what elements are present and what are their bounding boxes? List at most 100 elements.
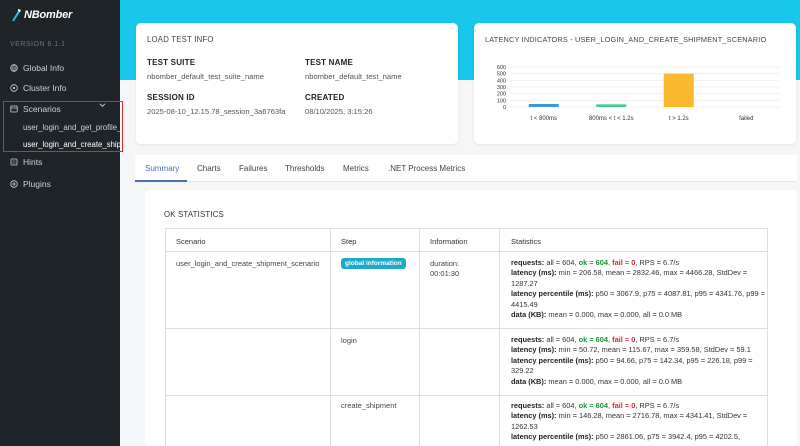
latency-values: min = 50.72, mean = 115.67, max = 359.58… [558, 345, 751, 355]
requests-ok: ok = 604 [578, 258, 608, 267]
requests-rps: , RPS = 6.7/s [635, 335, 680, 344]
tab-summary[interactable]: Summary [145, 164, 179, 173]
category-label: failed [739, 116, 753, 122]
y-tick-label: 0 [503, 105, 506, 111]
session-id-label: SESSION ID [147, 93, 195, 102]
bomb-logo-icon [12, 9, 21, 21]
step-name-login: login [341, 336, 357, 345]
table-col-divider [499, 228, 500, 446]
test-suite-value: nbomber_default_test_suite_name [147, 72, 264, 81]
y-tick-label: 200 [497, 92, 506, 98]
requests-fail: fail = 0 [612, 258, 636, 267]
global-information-badge[interactable]: global information [341, 258, 406, 269]
test-name-value: nbomber_default_test_name [305, 72, 402, 81]
requests-fail: fail = 0 [612, 335, 636, 344]
latency-percentile-label: latency percentile (ms): [511, 432, 594, 442]
requests-ok: ok = 604 [578, 401, 608, 410]
y-tick-label: 300 [497, 85, 506, 91]
test-suite-label: TEST SUITE [147, 58, 196, 67]
table-row-divider [165, 328, 767, 329]
tab-metrics[interactable]: Metrics [343, 164, 369, 173]
sidebar: NBomber VERSION 6.1.1 Global Info Cluste… [0, 0, 123, 446]
tab-failures[interactable]: Failures [239, 164, 267, 173]
globe-icon [10, 64, 18, 72]
active-tab-underline [135, 180, 187, 182]
test-name-label: TEST NAME [305, 58, 354, 67]
statistics-cell: requests: all = 604, ok = 604, fail = 0,… [511, 335, 753, 386]
latency-bar[interactable] [528, 104, 559, 107]
column-header-scenario: Scenario [176, 237, 206, 246]
latency-bar[interactable] [663, 73, 694, 107]
sidebar-item-label: Global Info [23, 63, 65, 73]
latency-indicators-title: LATENCY INDICATORS - USER_LOGIN_AND_CREA… [485, 35, 767, 44]
requests-rps: , RPS = 6.7/s [635, 258, 680, 267]
latency-bar-chart: 6005004003002001000 t < 800ms 800ms < t < … [497, 65, 780, 122]
y-tick-label: 500 [497, 72, 506, 78]
version-label: VERSION 6.1.1 [10, 41, 66, 48]
plugins-icon [10, 180, 18, 188]
sidebar-item-label: Hints [23, 157, 43, 167]
created-label: CREATED [305, 93, 345, 102]
latency-label: latency (ms): [511, 268, 557, 278]
tab-charts[interactable]: Charts [197, 164, 221, 173]
nbomber-logo[interactable]: NBomber [10, 8, 72, 22]
table-col-divider [165, 228, 166, 446]
requests-ok: ok = 604 [578, 335, 608, 344]
cluster-icon [10, 84, 18, 92]
sidebar-item-label: Plugins [23, 179, 51, 189]
table-col-divider [767, 228, 768, 446]
sidebar-item-hints[interactable]: Hints [10, 157, 42, 167]
table-col-divider [419, 228, 420, 446]
scenario-name-cell: user_login_and_create_shipment_scenario [176, 259, 320, 268]
latency-percentile-values: p50 = 2861.06, p75 = 3942.4, p95 = 4202.… [595, 432, 741, 442]
scenarios-highlight-box [3, 101, 123, 152]
table-row-divider [165, 395, 767, 396]
step-name-create-shipment: create_shipment [341, 401, 397, 410]
tab-bar [135, 155, 797, 182]
data-label: data (KB): [511, 376, 547, 386]
table-border-top [165, 228, 767, 229]
requests-all: all = 604, [546, 258, 577, 267]
requests-label: requests: [511, 335, 545, 344]
table-col-divider [330, 228, 331, 446]
latency-percentile-label: latency percentile (ms): [511, 355, 594, 365]
sidebar-item-cluster-info[interactable]: Cluster Info [10, 83, 66, 93]
category-label: t < 800ms [530, 116, 557, 122]
load-test-info-title: LOAD TEST INFO [147, 35, 214, 44]
data-values: mean = 0.000, max = 0.000, all = 0.0 MB [548, 310, 683, 320]
latency-bar[interactable] [596, 104, 627, 107]
sidebar-item-global-info[interactable]: Global Info [10, 63, 64, 73]
created-value: 08/10/2025, 3:15:26 [305, 107, 373, 116]
tab-thresholds[interactable]: Thresholds [285, 164, 325, 173]
data-label: data (KB): [511, 310, 547, 320]
tab-net-process-metrics[interactable]: .NET Process Metrics [388, 164, 465, 173]
ok-statistics-title: OK STATISTICS [164, 210, 224, 219]
sidebar-item-plugins[interactable]: Plugins [10, 179, 51, 189]
category-label: t > 1.2s [669, 116, 689, 122]
duration-value: 00:01:30 [430, 269, 460, 278]
y-tick-label: 400 [497, 78, 506, 84]
column-header-statistics: Statistics [511, 237, 542, 246]
requests-label: requests: [511, 258, 545, 267]
column-header-information: Information [430, 237, 468, 246]
requests-label: requests: [511, 401, 545, 410]
duration-label: duration: [430, 259, 460, 268]
sidebar-item-label: Cluster Info [23, 83, 67, 93]
category-label: 800ms < t < 1.2s [589, 116, 634, 122]
latency-label: latency (ms): [511, 345, 557, 355]
data-values: mean = 0.000, max = 0.000, all = 0.0 MB [548, 376, 683, 386]
logo-text: NBomber [24, 9, 73, 21]
latency-label: latency (ms): [511, 411, 557, 421]
requests-fail: fail = 0 [612, 401, 636, 410]
statistics-cell: requests: all = 604, ok = 604, fail = 0,… [511, 258, 765, 320]
requests-rps: , RPS = 6.7/s [635, 401, 680, 410]
hints-icon [10, 158, 18, 166]
column-header-step: Step [341, 237, 357, 246]
latency-percentile-label: latency percentile (ms): [511, 289, 594, 299]
requests-all: all = 604, [546, 335, 577, 344]
table-header-divider [165, 251, 767, 252]
statistics-cell: requests: all = 604, ok = 604, fail = 0,… [511, 401, 748, 442]
y-tick-label: 600 [497, 65, 506, 71]
y-tick-label: 100 [497, 98, 506, 104]
requests-all: all = 604, [546, 401, 577, 410]
